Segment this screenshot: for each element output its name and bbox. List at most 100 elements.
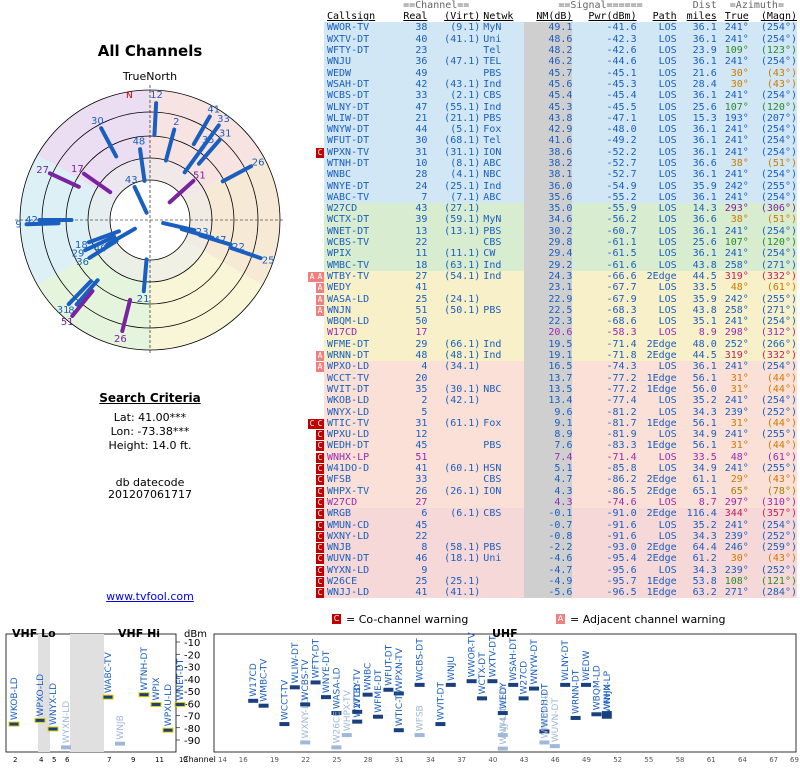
- cell-cs[interactable]: WEDW: [324, 67, 393, 79]
- col-netwk: Netwk: [483, 11, 514, 23]
- cell-cs[interactable]: WUVN-DT: [324, 553, 393, 565]
- cell-cs[interactable]: WFUT-DT: [324, 135, 393, 147]
- cell-cs[interactable]: WXNY-LD: [324, 530, 393, 542]
- cell-cs[interactable]: WLNY-DT: [324, 101, 393, 113]
- cell-cs[interactable]: WYXN-LD: [324, 564, 393, 576]
- cell-cs[interactable]: WMBC-TV: [324, 259, 393, 271]
- cell-cs[interactable]: WNHX-LP: [324, 451, 393, 463]
- spoke-label: 9: [15, 220, 21, 231]
- warning-marker: [300, 316, 324, 327]
- cell-cs[interactable]: WTBY-TV: [324, 270, 393, 283]
- cell-cs[interactable]: WNJJ-LD: [324, 587, 393, 599]
- cell-cs[interactable]: WNYW-DT: [324, 123, 393, 136]
- cell-cs[interactable]: WSAH-DT: [324, 78, 393, 91]
- signal-bar: [497, 711, 508, 716]
- co-channel-warning-icon: C: [316, 452, 324, 463]
- cell-cs[interactable]: WNJU: [324, 56, 393, 68]
- cell-cs[interactable]: WBQM-LD: [324, 316, 393, 328]
- cell-cs[interactable]: WPXO-LD: [324, 361, 393, 373]
- cell-cs[interactable]: WFSB: [324, 474, 393, 486]
- table-row: W17CD 17 20.6 -58.3 LOS 8.9 298° (312°): [300, 327, 797, 339]
- cell-nm: 43.8: [524, 112, 573, 124]
- cell-m: (266°): [748, 338, 797, 350]
- cell-pwr: -74.6: [572, 496, 637, 509]
- cell-m: (332°): [748, 349, 797, 362]
- co-channel-warning-icon: C: [316, 441, 324, 452]
- cell-cs[interactable]: WPXN-TV: [324, 146, 393, 158]
- cell-m: (123°): [748, 44, 797, 57]
- cell-cs[interactable]: WNYE-DT: [324, 180, 393, 192]
- cell-m: (254°): [748, 22, 797, 34]
- cell-cs[interactable]: WHPX-TV: [324, 485, 393, 497]
- db-tick-label: -90: [184, 736, 200, 747]
- signal-bar: [373, 714, 383, 719]
- cell-cs[interactable]: WNBC: [324, 169, 393, 181]
- cell-cs[interactable]: WNJN: [324, 304, 393, 317]
- cell-cs[interactable]: WKOB-LD: [324, 395, 393, 407]
- cell-cs[interactable]: WPXU-LD: [324, 428, 393, 441]
- cell-cs[interactable]: WVIT-DT: [324, 383, 393, 396]
- cell-cs[interactable]: WLIW-DT: [324, 112, 393, 124]
- cell-cs[interactable]: WEDY: [324, 282, 393, 294]
- signal-bar: [300, 702, 311, 707]
- cell-cs[interactable]: WRNN-DT: [324, 349, 393, 362]
- cell-cs[interactable]: W27CD: [324, 203, 393, 215]
- cell-cs[interactable]: WNJB: [324, 541, 393, 554]
- table-row: WBQM-LD 50 22.3 -68.6 LOS 35.1 241° (254°): [300, 316, 797, 328]
- uhf-channel-tick: 67: [769, 756, 778, 764]
- adjacent-channel-warning-icon: A: [308, 271, 316, 282]
- cell-cs[interactable]: W41DO-D: [324, 462, 393, 475]
- cell-t: 29°: [716, 474, 749, 486]
- cell-cs[interactable]: WNET-DT: [324, 225, 393, 237]
- cell-net: Ind: [480, 180, 525, 192]
- cell-net: CBS: [480, 236, 525, 249]
- page-title: All Channels: [97, 42, 203, 60]
- cell-cs[interactable]: WFME-DT: [324, 338, 393, 350]
- table-row: C WXNY-LD 22 -0.8 -91.6 LOS 34.3 239° (252°): [300, 530, 797, 542]
- cell-dist: 34.3: [676, 564, 717, 576]
- cell-virt: [427, 316, 481, 328]
- cell-nm: -4.6: [524, 553, 573, 565]
- cell-real: 42: [392, 78, 428, 91]
- cell-cs[interactable]: WCBS-TV: [324, 236, 393, 249]
- table-row: WNJU 36 (47.1) TEL 46.2 -44.6 LOS 36.1 241° (254°…: [300, 56, 797, 68]
- cell-cs[interactable]: WWOR-TV: [324, 22, 393, 34]
- cell-real: 41: [392, 587, 428, 599]
- spoke-label: 12: [150, 90, 163, 101]
- signal-bar: [352, 709, 363, 714]
- cell-pwr: -74.3: [572, 361, 637, 373]
- cell-nm: -4.7: [524, 564, 573, 576]
- cell-cs[interactable]: WFTY-DT: [324, 44, 393, 57]
- cell-cs[interactable]: WTIC-TV: [324, 417, 393, 429]
- cell-real: 23: [392, 44, 428, 57]
- cell-cs[interactable]: WABC-TV: [324, 191, 393, 204]
- table-row: C WYXN-LD 9 -4.7 -95.6 LOS 34.3 239° (252°): [300, 564, 797, 576]
- warning-marker: [300, 226, 324, 237]
- cell-cs[interactable]: W26CE: [324, 575, 393, 588]
- cell-cs[interactable]: W17CD: [324, 327, 393, 339]
- cell-cs[interactable]: WPIX: [324, 248, 393, 260]
- signal-bar: [601, 714, 612, 719]
- cell-cs[interactable]: WTNH-DT: [324, 157, 393, 170]
- cell-net: CW: [480, 248, 525, 260]
- cell-cs[interactable]: W27CD: [324, 496, 393, 509]
- cell-m: (271°): [748, 259, 797, 271]
- cell-m: (306°): [748, 203, 797, 215]
- cell-cs[interactable]: WNYX-LD: [324, 406, 393, 418]
- cell-cs[interactable]: WCCT-TV: [324, 372, 393, 384]
- cell-cs[interactable]: WCTX-DT: [324, 214, 393, 226]
- cell-cs[interactable]: WRGB: [324, 508, 393, 520]
- bar-label: WPXU-LD: [164, 684, 174, 726]
- bar-label: WNYX-LD: [49, 683, 59, 725]
- site-link[interactable]: www.tvfool.com: [0, 590, 300, 603]
- cell-path: LOS: [636, 406, 677, 418]
- cell-cs[interactable]: WEDH-DT: [324, 440, 393, 452]
- cell-m: (255°): [748, 180, 797, 192]
- cell-cs[interactable]: WASA-LD: [324, 293, 393, 305]
- spoke-label: 17: [71, 164, 84, 175]
- cell-cs[interactable]: WMUN-CD: [324, 519, 393, 531]
- cell-t: 241°: [716, 361, 749, 373]
- cell-cs[interactable]: WCBS-DT: [324, 90, 393, 102]
- channel-group-header: ==Channel==: [403, 0, 470, 11]
- cell-cs[interactable]: WXTV-DT: [324, 33, 393, 45]
